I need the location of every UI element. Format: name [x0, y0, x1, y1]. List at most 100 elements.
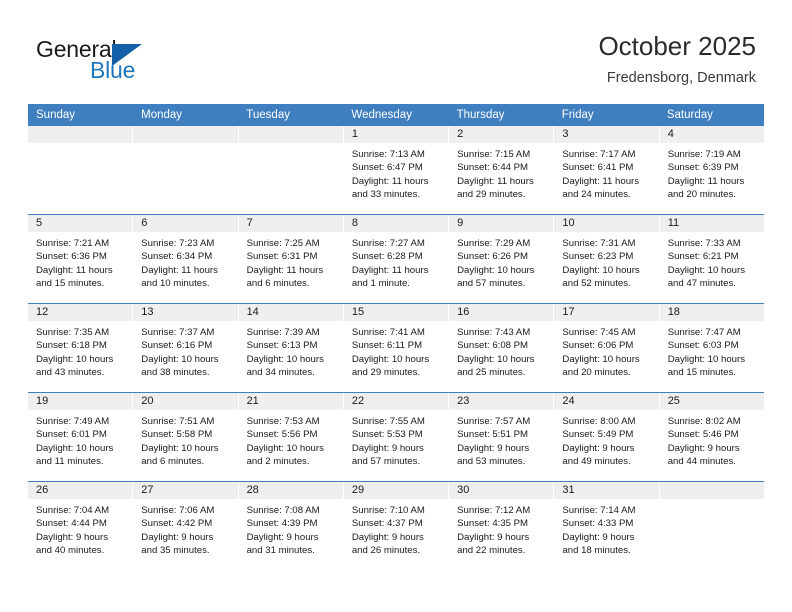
day-details: Sunrise: 8:00 AM Sunset: 5:49 PM Daylight:…: [554, 410, 658, 469]
day-number: 29: [343, 482, 449, 499]
sunset-time: Sunset: 6:16 PM: [141, 340, 213, 352]
sunset-time: Sunset: 5:49 PM: [562, 429, 634, 441]
calendar-day-cell[interactable]: 13 Sunrise: 7:37 AM Sunset: 6:16 PM Dayligh…: [133, 304, 239, 392]
calendar-day-cell[interactable]: 19 Sunrise: 7:49 AM Sunset: 6:01 PM Dayligh…: [28, 393, 134, 481]
daylight-duration-line2: and 35 minutes.: [141, 545, 210, 557]
day-number: [659, 482, 764, 499]
day-number: 3: [554, 126, 659, 143]
calendar-day-cell-empty: [659, 482, 764, 570]
calendar-day-cell[interactable]: 28 Sunrise: 7:08 AM Sunset: 4:39 PM Dayligh…: [238, 482, 344, 570]
calendar-day-cell[interactable]: 2 Sunrise: 7:15 AM Sunset: 6:44 PM Daylight…: [449, 126, 555, 214]
daylight-duration-line2: and 26 minutes.: [351, 545, 421, 557]
daylight-duration-line1: Daylight: 10 hours: [562, 264, 640, 276]
sunrise-time: Sunrise: 7:21 AM: [36, 238, 110, 249]
calendar-day-cell[interactable]: 4 Sunrise: 7:19 AM Sunset: 6:39 PM Daylight…: [659, 126, 764, 214]
calendar-day-cell[interactable]: 10 Sunrise: 7:31 AM Sunset: 6:23 PM Dayligh…: [554, 215, 660, 303]
sunset-time: Sunset: 6:06 PM: [562, 340, 634, 352]
daylight-duration-line2: and 2 minutes.: [246, 456, 310, 468]
calendar-day-cell[interactable]: 31 Sunrise: 7:14 AM Sunset: 4:33 PM Dayligh…: [554, 482, 660, 570]
sunrise-time: Sunrise: 8:00 AM: [562, 416, 636, 427]
weekday-header-row: Sunday Monday Tuesday Wednesday Thursday…: [28, 104, 764, 126]
day-number: 19: [28, 393, 133, 410]
calendar-day-cell[interactable]: 27 Sunrise: 7:06 AM Sunset: 4:42 PM Dayligh…: [133, 482, 239, 570]
calendar-day-cell[interactable]: 7 Sunrise: 7:25 AM Sunset: 6:31 PM Daylight…: [238, 215, 344, 303]
day-number: 31: [554, 482, 659, 499]
sunrise-time: Sunrise: 7:14 AM: [562, 505, 636, 516]
daylight-duration-line1: Daylight: 10 hours: [351, 353, 430, 365]
sunset-time: Sunset: 5:56 PM: [246, 429, 318, 441]
daylight-duration-line1: Daylight: 10 hours: [457, 353, 535, 365]
daylight-duration-line1: Daylight: 10 hours: [141, 442, 219, 454]
daylight-duration-line2: and 47 minutes.: [667, 278, 736, 290]
calendar-week-row: 5 Sunrise: 7:21 AM Sunset: 6:36 PM Daylight…: [28, 214, 764, 303]
calendar-day-cell[interactable]: 21 Sunrise: 7:53 AM Sunset: 5:56 PM Dayligh…: [238, 393, 344, 481]
general-blue-logo[interactable]: General Blue: [36, 36, 166, 86]
calendar-day-cell[interactable]: 30 Sunrise: 7:12 AM Sunset: 4:35 PM Dayligh…: [449, 482, 555, 570]
calendar-day-cell[interactable]: 3 Sunrise: 7:17 AM Sunset: 6:41 PM Daylight…: [554, 126, 660, 214]
sunrise-time: Sunrise: 7:33 AM: [667, 238, 741, 249]
daylight-duration-line1: Daylight: 9 hours: [246, 531, 319, 543]
calendar-day-cell[interactable]: 24 Sunrise: 8:00 AM Sunset: 5:49 PM Dayligh…: [554, 393, 660, 481]
sunset-time: Sunset: 5:46 PM: [667, 429, 739, 441]
day-details: Sunrise: 7:13 AM Sunset: 6:47 PM Daylight:…: [344, 143, 448, 202]
calendar-day-cell[interactable]: 25 Sunrise: 8:02 AM Sunset: 5:46 PM Dayligh…: [659, 393, 764, 481]
sunrise-time: Sunrise: 7:49 AM: [36, 416, 110, 427]
daylight-duration-line1: Daylight: 11 hours: [351, 175, 429, 187]
day-number: 11: [659, 215, 764, 232]
calendar-day-cell[interactable]: 29 Sunrise: 7:10 AM Sunset: 4:37 PM Dayligh…: [343, 482, 450, 570]
sunrise-time: Sunrise: 7:06 AM: [141, 505, 215, 516]
sunset-time: Sunset: 5:51 PM: [457, 429, 529, 441]
day-details: Sunrise: 7:31 AM Sunset: 6:23 PM Daylight:…: [554, 232, 658, 291]
calendar-day-cell[interactable]: 26 Sunrise: 7:04 AM Sunset: 4:44 PM Dayligh…: [28, 482, 134, 570]
sunrise-time: Sunrise: 7:53 AM: [246, 416, 320, 427]
calendar-day-cell[interactable]: 11 Sunrise: 7:33 AM Sunset: 6:21 PM Dayligh…: [659, 215, 764, 303]
page-header: General Blue October 2025 Fredensborg, D…: [0, 0, 792, 104]
sunset-time: Sunset: 6:36 PM: [36, 251, 107, 263]
calendar-day-cell[interactable]: 22 Sunrise: 7:55 AM Sunset: 5:53 PM Dayligh…: [343, 393, 450, 481]
calendar-day-cell[interactable]: 14 Sunrise: 7:39 AM Sunset: 6:13 PM Dayligh…: [238, 304, 344, 392]
daylight-duration-line1: Daylight: 9 hours: [141, 531, 214, 543]
day-details: Sunrise: 7:19 AM Sunset: 6:39 PM Daylight:…: [660, 143, 764, 202]
calendar-day-cell[interactable]: 18 Sunrise: 7:47 AM Sunset: 6:03 PM Dayligh…: [659, 304, 764, 392]
calendar-day-cell[interactable]: 23 Sunrise: 7:57 AM Sunset: 5:51 PM Dayligh…: [449, 393, 555, 481]
calendar-week-row: 1 Sunrise: 7:13 AM Sunset: 6:47 PM Daylight…: [28, 126, 764, 214]
sunset-time: Sunset: 6:21 PM: [667, 251, 739, 263]
calendar-day-cell[interactable]: 16 Sunrise: 7:43 AM Sunset: 6:08 PM Dayligh…: [449, 304, 555, 392]
calendar-day-cell[interactable]: 8 Sunrise: 7:27 AM Sunset: 6:28 PM Daylight…: [343, 215, 450, 303]
daylight-duration-line2: and 10 minutes.: [141, 278, 210, 290]
daylight-duration-line2: and 38 minutes.: [141, 367, 210, 379]
day-details: Sunrise: 7:51 AM Sunset: 5:58 PM Daylight:…: [133, 410, 237, 469]
daylight-duration-line2: and 34 minutes.: [246, 367, 315, 379]
calendar-day-cell[interactable]: 5 Sunrise: 7:21 AM Sunset: 6:36 PM Daylight…: [28, 215, 134, 303]
page-subtitle-location: Fredensborg, Denmark: [606, 70, 756, 86]
day-number: 30: [449, 482, 554, 499]
sunset-time: Sunset: 6:01 PM: [36, 429, 107, 441]
sunset-time: Sunset: 5:53 PM: [351, 429, 423, 441]
calendar-day-cell[interactable]: 15 Sunrise: 7:41 AM Sunset: 6:11 PM Dayligh…: [343, 304, 450, 392]
daylight-duration-line2: and 49 minutes.: [562, 456, 631, 468]
calendar-day-cell-empty: [133, 126, 239, 214]
sunset-time: Sunset: 6:31 PM: [246, 251, 318, 263]
weekday-thursday: Thursday: [456, 109, 505, 121]
daylight-duration-line2: and 20 minutes.: [667, 189, 736, 201]
sunrise-time: Sunrise: 8:02 AM: [667, 416, 741, 427]
calendar-day-cell[interactable]: 1 Sunrise: 7:13 AM Sunset: 6:47 PM Daylight…: [343, 126, 450, 214]
calendar-day-cell[interactable]: 17 Sunrise: 7:45 AM Sunset: 6:06 PM Dayligh…: [554, 304, 660, 392]
page-title: October 2025: [598, 31, 756, 61]
calendar-day-cell[interactable]: 9 Sunrise: 7:29 AM Sunset: 6:26 PM Daylight…: [449, 215, 555, 303]
day-number: 27: [133, 482, 238, 499]
sunset-time: Sunset: 6:03 PM: [667, 340, 739, 352]
calendar-day-cell[interactable]: 12 Sunrise: 7:35 AM Sunset: 6:18 PM Dayligh…: [28, 304, 134, 392]
daylight-duration-line2: and 53 minutes.: [457, 456, 526, 468]
sunrise-time: Sunrise: 7:08 AM: [246, 505, 320, 516]
day-number: 26: [28, 482, 133, 499]
day-details: Sunrise: 7:21 AM Sunset: 6:36 PM Daylight:…: [28, 232, 132, 291]
calendar-day-cell[interactable]: 20 Sunrise: 7:51 AM Sunset: 5:58 PM Dayligh…: [133, 393, 239, 481]
daylight-duration-line1: Daylight: 9 hours: [457, 531, 530, 543]
day-details: Sunrise: 7:15 AM Sunset: 6:44 PM Daylight:…: [449, 143, 553, 202]
calendar-week-row: 26 Sunrise: 7:04 AM Sunset: 4:44 PM Dayligh…: [28, 481, 764, 570]
day-details: Sunrise: 7:14 AM Sunset: 4:33 PM Daylight:…: [554, 499, 658, 558]
day-details: Sunrise: 7:06 AM Sunset: 4:42 PM Daylight:…: [133, 499, 237, 558]
calendar-day-cell[interactable]: 6 Sunrise: 7:23 AM Sunset: 6:34 PM Daylight…: [133, 215, 239, 303]
daylight-duration-line1: Daylight: 10 hours: [36, 353, 114, 365]
